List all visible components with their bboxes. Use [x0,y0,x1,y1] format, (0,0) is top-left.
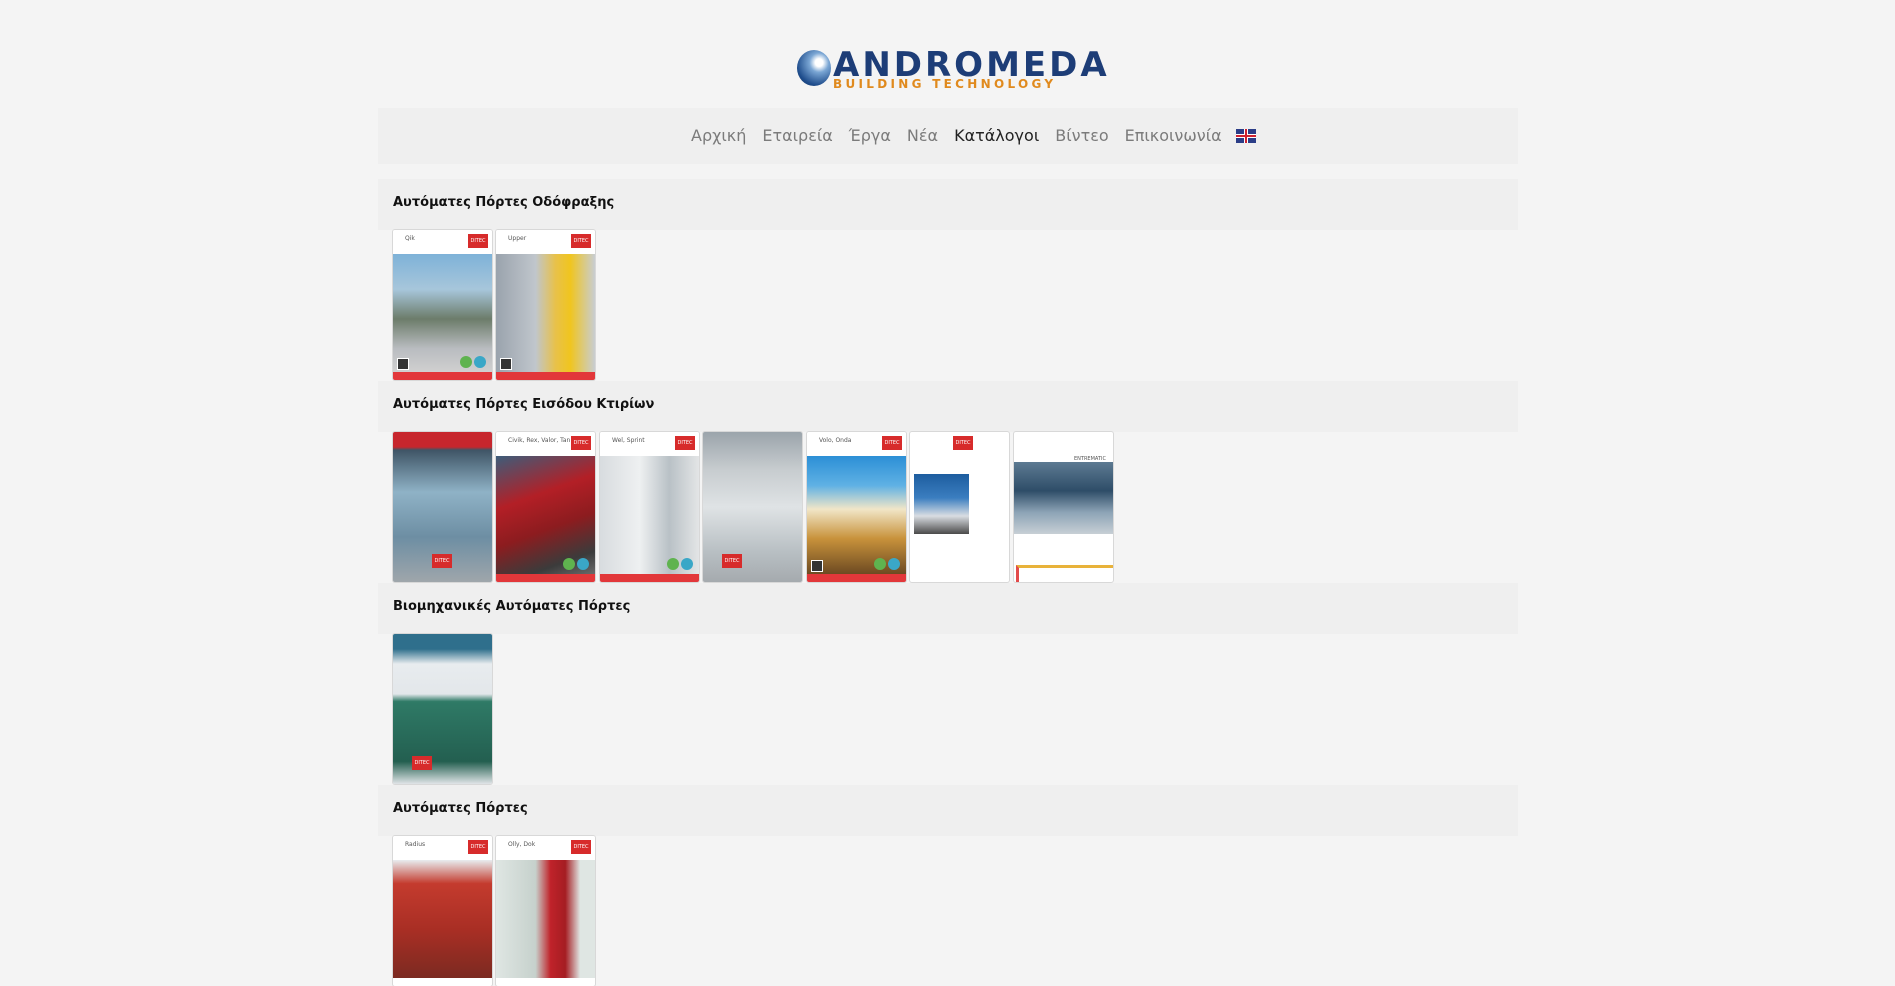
catalog-thumbnail[interactable]: Volo, Onda DITEC [807,432,906,582]
catalog-caption: Olly, Dok [508,841,536,848]
catalog-thumbnail[interactable]: DITEC [910,432,1009,582]
catalog-thumbnail[interactable]: Qik DITEC [393,230,492,380]
catalog-thumbnail[interactable]: DITEC [393,432,492,582]
catalog-cover-image [496,254,595,372]
catalog-cover-image [496,860,595,978]
brand-badge: DITEC [953,436,973,450]
catalog-cover-image [914,474,969,534]
catalog-cover-image [600,456,699,574]
brand-badge: DITEC [468,234,488,248]
language-switch[interactable] [1235,129,1256,143]
qr-code-icon [397,358,409,370]
qr-code-icon [500,358,512,370]
catalog-cover-image [393,254,492,372]
catalog-cover-image [703,432,802,582]
catalog-caption: Upper [508,235,527,242]
catalog-caption: Qik [405,235,415,242]
nav-item-home[interactable]: Αρχική [691,125,746,147]
nav-item-company[interactable]: Εταιρεία [762,125,832,147]
catalog-cover-image [393,860,492,978]
catalog-thumbnail[interactable]: Wel, Sprint DITEC [600,432,699,582]
section-header-industrial-doors: Βιομηχανικές Αυτόματες Πόρτες [378,583,1518,634]
catalog-caption: Wel, Sprint [612,437,645,444]
brand-badge: DITEC [882,436,902,450]
uk-flag-icon [1235,129,1256,143]
brand-badge: DITEC [571,234,591,248]
brand-badge: DITEC [432,554,452,568]
brand-badge: DITEC [412,756,432,770]
section-title: Αυτόματες Πόρτες Εισόδου Κτιρίων [393,397,655,412]
nav-item-contact[interactable]: Επικοινωνία [1125,125,1222,147]
brand-badge: DITEC [571,840,591,854]
nav-item-videos[interactable]: Βίντεο [1055,125,1108,147]
main-navigation: Αρχική Εταιρεία Έργα Νέα Κατάλογοι Βίντε… [378,108,1518,164]
catalog-thumbnail[interactable]: Olly, Dok DITEC [496,836,595,986]
catalog-cover-image [496,456,595,574]
brand-badge: DITEC [468,840,488,854]
qr-code-icon [811,560,823,572]
site-logo[interactable]: ANDROMEDA BUILDING TECHNOLOGY [797,48,1107,91]
catalog-thumbnail[interactable]: DITEC [393,634,492,784]
catalog-thumbnail[interactable]: ENTREMATIC [1014,432,1113,582]
nav-item-projects[interactable]: Έργα [849,125,891,147]
catalog-thumbnail[interactable]: Civik, Rex, Valor, Tan DITEC [496,432,595,582]
catalog-caption: Volo, Onda [819,437,852,444]
section-title: Βιομηχανικές Αυτόματες Πόρτες [393,599,631,614]
nav-item-news[interactable]: Νέα [907,125,938,147]
section-header-barriers: Αυτόματες Πόρτες Οδόφραξης [378,179,1518,230]
catalog-caption: Radius [405,841,426,848]
catalog-thumbnail[interactable]: DITEC [703,432,802,582]
nav-item-catalogs[interactable]: Κατάλογοι [954,125,1039,147]
catalog-thumbnail[interactable]: Radius DITEC [393,836,492,986]
section-header-automatic-doors: Αυτόματες Πόρτες [378,785,1518,836]
brand-badge: DITEC [571,436,591,450]
catalog-cover-image [1014,462,1113,534]
catalog-cover-image [807,456,906,574]
brand-badge: DITEC [675,436,695,450]
section-title: Αυτόματες Πόρτες Οδόφραξης [393,195,615,210]
catalog-thumbnail[interactable]: Upper DITEC [496,230,595,380]
logo-tagline: BUILDING TECHNOLOGY [833,77,1057,91]
section-title: Αυτόματες Πόρτες [393,801,528,816]
section-header-building-entrances: Αυτόματες Πόρτες Εισόδου Κτιρίων [378,381,1518,432]
catalog-cover-image [393,634,492,784]
brand-badge: DITEC [722,554,742,568]
logo-orb-icon [797,50,831,86]
catalog-caption: Civik, Rex, Valor, Tan [508,437,571,444]
